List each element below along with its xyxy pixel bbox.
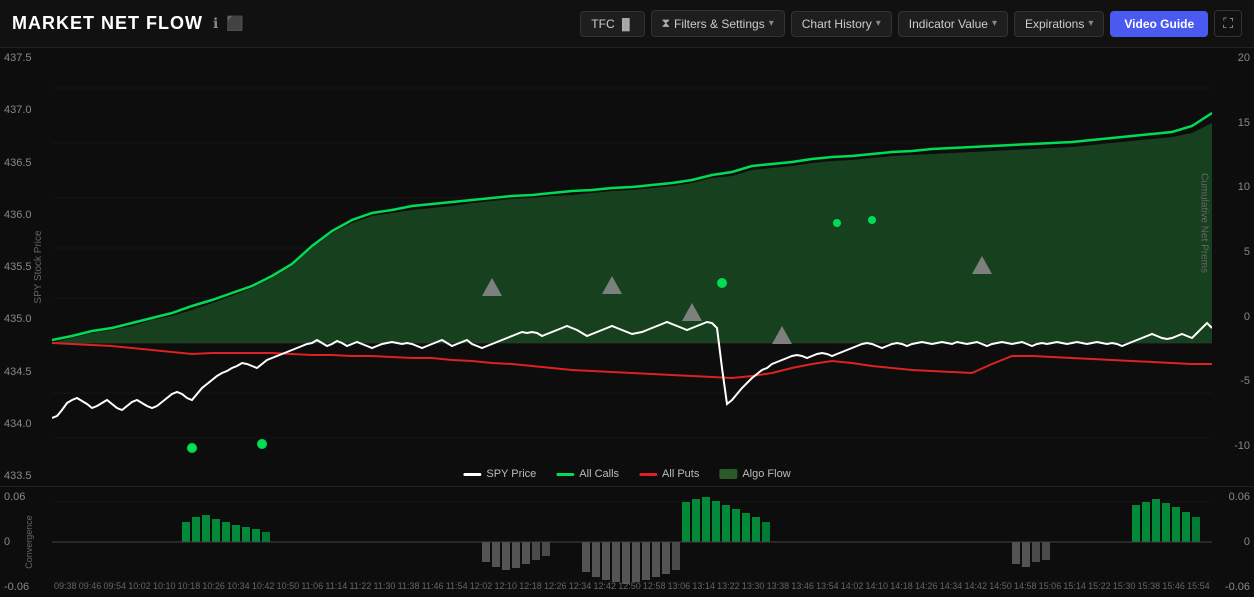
indicator-value-button[interactable]: Indicator Value ▾ <box>898 11 1008 37</box>
filters-chevron-icon: ▾ <box>769 18 774 29</box>
legend-all-calls: All Calls <box>556 468 619 480</box>
legend-algo-color <box>719 469 737 479</box>
chart-container: 437.5 437.0 436.5 436.0 435.5 435.0 434.… <box>0 48 1254 597</box>
legend-algo-flow: Algo Flow <box>719 468 790 480</box>
expirations-chevron-icon: ▾ <box>1088 18 1093 29</box>
convergence-y-right: 0.06 0 -0.06 <box>1212 487 1254 597</box>
chart-history-chevron-icon: ▾ <box>876 18 881 29</box>
filters-button[interactable]: ⧗ Filters & Settings ▾ <box>651 10 785 37</box>
legend-puts-color <box>639 473 657 476</box>
y-axis-right: 20 15 10 5 0 -5 -10 <box>1214 48 1254 456</box>
info-icon[interactable]: ℹ <box>213 15 218 32</box>
convergence-label: Convergence <box>24 515 34 569</box>
header-icon-group: ℹ ⬛ <box>213 15 244 32</box>
legend-spy-price: SPY Price <box>463 468 536 480</box>
y-axis-right-label: Cumulative Net Prems <box>1198 173 1209 273</box>
chart-history-label: Chart History <box>802 17 872 31</box>
main-chart-svg <box>52 48 1212 458</box>
video-guide-button[interactable]: Video Guide <box>1110 11 1208 37</box>
y-axis-left-label: SPY Stock Price <box>33 230 44 303</box>
legend-spy-color <box>463 473 481 476</box>
header: MARKET NET FLOW ℹ ⬛ TFC ▐▌ ⧗ Filters & S… <box>0 0 1254 48</box>
main-chart: 437.5 437.0 436.5 436.0 435.5 435.0 434.… <box>0 48 1254 487</box>
convergence-chart: 0.06 0 -0.06 0.06 0 -0.06 Convergence <box>0 487 1254 597</box>
camera-icon[interactable]: ⬛ <box>226 15 243 32</box>
indicator-value-label: Indicator Value <box>909 17 988 31</box>
expirations-label: Expirations <box>1025 17 1084 31</box>
legend-calls-color <box>556 473 574 476</box>
x-axis: 09:38 09:46 09:54 10:02 10:10 10:18 10:2… <box>52 575 1212 597</box>
y-axis-left: 437.5 437.0 436.5 436.0 435.5 435.0 434.… <box>0 48 52 486</box>
chart-history-button[interactable]: Chart History ▾ <box>791 11 892 37</box>
page-title: MARKET NET FLOW <box>12 13 203 34</box>
chart-legend: SPY Price All Calls All Puts Algo Flow <box>463 468 790 480</box>
expirations-button[interactable]: Expirations ▾ <box>1014 11 1104 37</box>
indicator-chevron-icon: ▾ <box>992 18 997 29</box>
header-controls: TFC ▐▌ ⧗ Filters & Settings ▾ Chart Hist… <box>580 10 1242 37</box>
expand-button[interactable]: ⛶ <box>1214 10 1242 37</box>
tfc-label: TFC <box>591 17 614 31</box>
filters-label: Filters & Settings <box>674 17 765 31</box>
legend-all-puts: All Puts <box>639 468 699 480</box>
tfc-button[interactable]: TFC ▐▌ <box>580 11 644 37</box>
